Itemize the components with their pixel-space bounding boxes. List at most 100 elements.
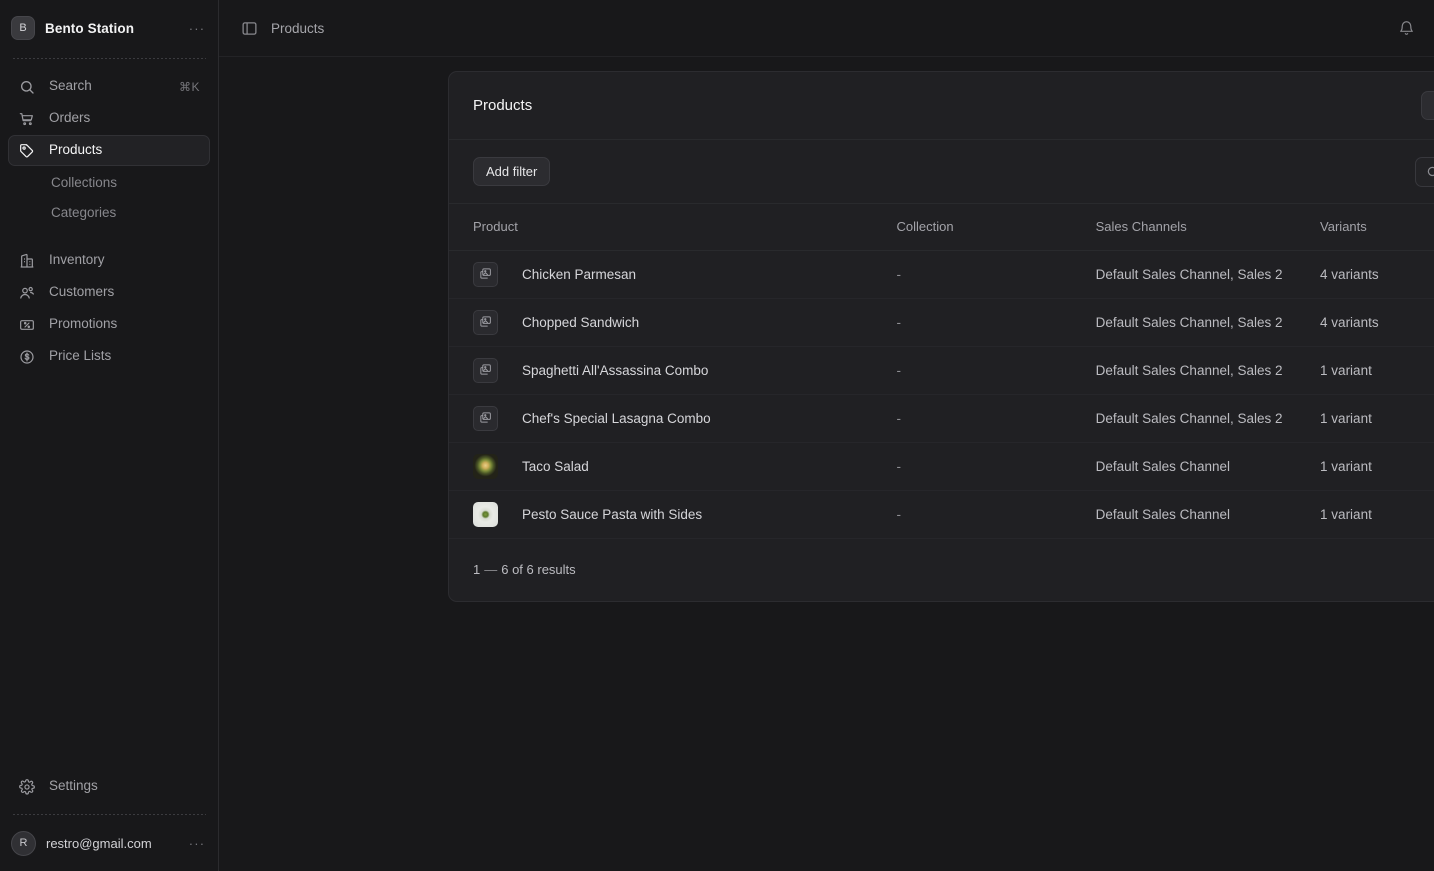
product-photo-pesto-pasta: [473, 501, 498, 527]
products-card: Products Export Import Create Add filter: [448, 71, 1434, 602]
sidebar-item-label: Inventory: [49, 252, 105, 268]
workspace-menu-button[interactable]: ···: [186, 17, 208, 39]
cell-collection: -: [896, 490, 1096, 539]
content-area: Products Export Import Create Add filter: [219, 57, 1434, 602]
main-area: Products Products Export Import Create A…: [219, 0, 1434, 871]
product-cell: Chopped Sandwich: [473, 309, 897, 335]
product-cell: Chef's Special Lasagna Combo: [473, 405, 897, 431]
bell-icon[interactable]: [1396, 18, 1416, 38]
sidebar-item-label: Search: [49, 78, 92, 94]
sidebar-toggle-icon[interactable]: [241, 20, 258, 37]
search-shortcut: ⌘K: [178, 79, 200, 94]
sidebar-item-products[interactable]: Products: [8, 135, 210, 166]
table-row[interactable]: Chicken Parmesan - Default Sales Channel…: [449, 250, 1434, 299]
breadcrumb[interactable]: Products: [271, 21, 324, 36]
top-bar: Products: [219, 0, 1434, 57]
sidebar-subnav-products: Collections Categories: [8, 167, 210, 227]
search-icon: [1426, 165, 1434, 179]
table-row[interactable]: Taco Salad - Default Sales Channel 1 var…: [449, 442, 1434, 491]
cell-collection: -: [896, 250, 1096, 299]
user-menu-button[interactable]: ···: [186, 832, 208, 854]
table-row[interactable]: Chopped Sandwich - Default Sales Channel…: [449, 298, 1434, 347]
sidebar-item-label: Customers: [49, 284, 115, 300]
cell-collection: -: [896, 346, 1096, 395]
sidebar-item-collections[interactable]: Collections: [8, 167, 210, 197]
image-placeholder-icon: [473, 405, 498, 431]
cell-variants: 1 variant: [1320, 346, 1434, 395]
product-name: Chopped Sandwich: [522, 314, 640, 330]
users-icon: [18, 284, 35, 301]
product-name: Spaghetti All'Assassina Combo: [522, 362, 709, 378]
cell-product: Chef's Special Lasagna Combo: [449, 394, 897, 443]
sidebar-item-settings[interactable]: Settings: [8, 771, 210, 802]
search-icon: [18, 78, 35, 95]
product-name: Chef's Special Lasagna Combo: [522, 410, 711, 426]
product-name: Pesto Sauce Pasta with Sides: [522, 506, 703, 522]
products-table: Product Collection Sales Channels Varian…: [449, 204, 1434, 539]
sidebar-item-search[interactable]: Search ⌘K: [8, 71, 210, 102]
sidebar-item-price-lists[interactable]: Price Lists: [8, 341, 210, 372]
table-head: Product Collection Sales Channels Varian…: [449, 204, 1434, 251]
sidebar-item-promotions[interactable]: Promotions: [8, 309, 210, 340]
cell-sales-channels: Default Sales Channel, Sales 2: [1095, 346, 1321, 395]
sidebar-nav: Search ⌘K Orders Products Collections Ca…: [0, 59, 218, 372]
table-header-row: Product Collection Sales Channels Varian…: [449, 204, 1434, 251]
sidebar-item-label: Settings: [49, 778, 98, 794]
results-count: 6 of 6 results: [501, 562, 576, 577]
workspace-name: Bento Station: [45, 20, 135, 36]
cell-collection: -: [896, 394, 1096, 443]
sidebar-item-label: Price Lists: [49, 348, 112, 364]
building-icon: [18, 252, 35, 269]
sidebar-item-categories[interactable]: Categories: [8, 197, 210, 227]
cell-variants: 1 variant: [1320, 442, 1434, 491]
image-placeholder-icon: [473, 261, 498, 287]
export-button[interactable]: Export: [1420, 91, 1434, 120]
product-photo-taco-salad: [473, 453, 498, 479]
column-header-sales-channels[interactable]: Sales Channels: [1095, 204, 1321, 251]
table-row[interactable]: Pesto Sauce Pasta with Sides - Default S…: [449, 490, 1434, 539]
search-box[interactable]: [1415, 156, 1434, 187]
ticket-percent-icon: [18, 316, 35, 333]
cell-collection: -: [896, 298, 1096, 347]
product-cell: Pesto Sauce Pasta with Sides: [473, 501, 897, 527]
brand-row[interactable]: B Bento Station ···: [0, 0, 218, 56]
dollar-circle-icon: [18, 348, 35, 365]
cell-product: Spaghetti All'Assassina Combo: [449, 346, 897, 395]
sidebar: B Bento Station ··· Search ⌘K Orders Pro…: [0, 0, 219, 871]
sidebar-item-customers[interactable]: Customers: [8, 277, 210, 308]
product-name: Taco Salad: [522, 458, 589, 474]
table-row[interactable]: Chef's Special Lasagna Combo - Default S…: [449, 394, 1434, 443]
cell-product: Pesto Sauce Pasta with Sides: [449, 490, 897, 539]
cell-variants: 4 variants: [1320, 250, 1434, 299]
table-footer: 1 — 6 of 6 results 1 of 1 pages Prev Nex…: [449, 539, 1434, 601]
search-controls: [1415, 156, 1434, 187]
cell-sales-channels: Default Sales Channel, Sales 2: [1095, 394, 1321, 443]
cell-product: Chicken Parmesan: [449, 250, 897, 299]
avatar: R: [11, 830, 36, 856]
gear-icon: [18, 778, 35, 795]
app-root: B Bento Station ··· Search ⌘K Orders Pro…: [0, 0, 1434, 871]
sidebar-item-orders[interactable]: Orders: [8, 103, 210, 134]
cell-product: Taco Salad: [449, 442, 897, 491]
results-range-separator: —: [484, 562, 498, 577]
table-row[interactable]: Spaghetti All'Assassina Combo - Default …: [449, 346, 1434, 395]
column-header-collection[interactable]: Collection: [896, 204, 1096, 251]
product-cell: Chicken Parmesan: [473, 261, 897, 287]
column-header-product[interactable]: Product: [449, 204, 897, 251]
workspace-avatar: B: [11, 16, 35, 40]
user-row[interactable]: R restro@gmail.com ···: [0, 815, 218, 871]
tag-icon: [18, 142, 35, 159]
cell-sales-channels: Default Sales Channel: [1095, 490, 1321, 539]
cell-product: Chopped Sandwich: [449, 298, 897, 347]
cart-icon: [18, 110, 35, 127]
filter-bar: Add filter: [449, 140, 1434, 204]
sidebar-item-label: Products: [49, 142, 103, 158]
column-header-variants[interactable]: Variants: [1320, 204, 1434, 251]
sidebar-item-inventory[interactable]: Inventory: [8, 245, 210, 276]
cell-variants: 1 variant: [1320, 394, 1434, 443]
results-range-start: 1: [473, 562, 481, 577]
add-filter-button[interactable]: Add filter: [473, 157, 551, 186]
page-title: Products: [473, 97, 533, 114]
